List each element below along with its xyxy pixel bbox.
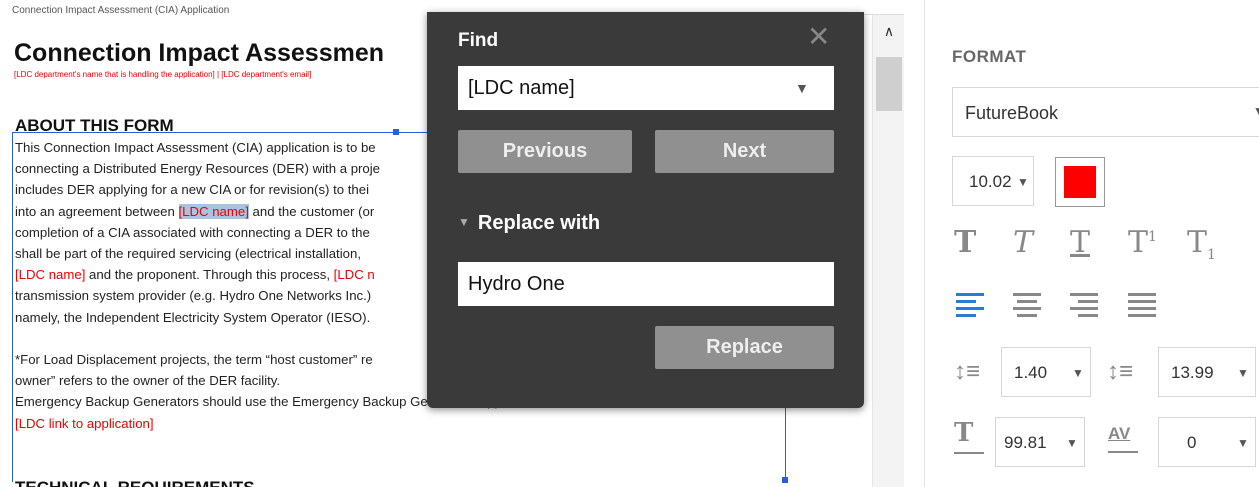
align-center-icon[interactable] <box>1013 290 1041 318</box>
format-panel-title: FORMAT <box>952 47 1027 66</box>
previous-button[interactable]: Previous <box>458 130 632 173</box>
character-scale-label: T <box>954 418 974 448</box>
text-color-fill <box>1064 166 1096 198</box>
replace-input[interactable] <box>458 262 834 306</box>
document-subtitle[interactable]: [LDC department's name that is handling … <box>14 70 311 79</box>
text-run: [LDC n <box>333 267 375 283</box>
text-color-swatch[interactable] <box>1055 157 1105 207</box>
chevron-down-icon: ▼ <box>1017 175 1029 189</box>
align-justify-icon[interactable] <box>1128 290 1156 318</box>
document-header: Connection Impact Assessment (CIA) Appli… <box>12 5 230 16</box>
chevron-down-icon: ▼ <box>1237 366 1249 380</box>
paragraph-line[interactable]: includes DER applying for a new CIA or f… <box>15 180 369 200</box>
text-run: and the proponent. Through this process, <box>85 267 334 283</box>
window-top-strip <box>862 0 904 15</box>
font-family-value: FutureBook <box>965 103 1059 123</box>
paragraph-line[interactable]: into an agreement between [LDC name] and… <box>15 202 374 222</box>
paragraph-spacing-value: 13.99 <box>1171 363 1214 382</box>
text-run: connecting a Distributed Energy Resource… <box>15 161 381 177</box>
paragraph-line[interactable]: namely, the Independent Electricity Syst… <box>15 308 370 328</box>
text-run: completion of a CIA associated with conn… <box>15 224 370 240</box>
bold-icon[interactable]: T <box>954 225 976 260</box>
align-right-icon[interactable] <box>1070 290 1098 318</box>
character-spacing-label: AV <box>1108 424 1131 443</box>
italic-icon[interactable]: T <box>1013 225 1033 260</box>
text-run: This Connection Impact Assessment (CIA) … <box>15 140 376 155</box>
font-size-value: 10.02 <box>969 172 1012 191</box>
underline-icon[interactable]: T <box>1070 225 1090 260</box>
find-dialog-title: Find <box>458 30 499 51</box>
character-spacing-select[interactable]: 0 ▼ <box>1158 417 1256 467</box>
text-run: [LDC name] <box>15 267 86 283</box>
replace-with-toggle[interactable]: ▼ Replace with <box>458 212 600 235</box>
scroll-up-icon[interactable]: ∧ <box>873 23 905 47</box>
text-run: and the customer (or <box>248 203 375 219</box>
align-left-icon[interactable] <box>956 290 984 318</box>
paragraph-line[interactable]: transmission system provider (e.g. Hydro… <box>15 286 371 306</box>
font-family-select[interactable]: FutureBook ▼ <box>952 87 1259 137</box>
paragraph-line[interactable]: owner” refers to the owner of the DER fa… <box>15 371 280 391</box>
resize-handle-bottom-right[interactable] <box>782 477 788 483</box>
line-spacing-value: 1.40 <box>1014 363 1048 382</box>
paragraph-line[interactable]: [LDC link to application] <box>15 414 154 434</box>
chevron-down-icon: ▼ <box>1072 366 1084 380</box>
replace-field[interactable] <box>458 262 834 306</box>
text-run: [LDC link to application] <box>15 415 154 431</box>
text-run: *For Load Displacement projects, the ter… <box>15 352 373 367</box>
character-scale-icon: T <box>954 418 984 454</box>
text-run: shall be part of the required servicing … <box>15 246 361 261</box>
format-panel: FORMAT FutureBook ▼ 10.02 ▼ T T T T1 T1 … <box>924 0 1259 487</box>
text-run: includes DER applying for a new CIA or f… <box>15 182 370 198</box>
scroll-thumb[interactable] <box>876 57 902 111</box>
line-spacing-icon: ↕≡ <box>954 358 981 385</box>
font-size-select[interactable]: 10.02 ▼ <box>952 156 1034 206</box>
section-heading-technical[interactable]: TECHNICAL REQUIREMENTS <box>15 478 255 487</box>
text-run: into an agreement between <box>15 203 179 219</box>
vertical-scrollbar[interactable]: ∧ <box>872 15 904 487</box>
paragraph-line[interactable]: [LDC name] and the proponent. Through th… <box>15 265 375 285</box>
find-field[interactable]: ▼ <box>458 66 834 110</box>
character-scale-select[interactable]: 99.81 ▼ <box>995 417 1085 467</box>
next-button[interactable]: Next <box>655 130 834 173</box>
character-spacing-value: 0 <box>1187 433 1197 452</box>
replace-with-label: Replace with <box>477 212 601 234</box>
replace-button[interactable]: Replace <box>655 326 834 369</box>
resize-handle-top[interactable] <box>393 129 399 135</box>
paragraph-spacing-icon: ↕≡ <box>1107 358 1134 385</box>
character-spacing-icon: AV <box>1108 424 1138 453</box>
subscript-icon[interactable]: T1 <box>1187 225 1216 263</box>
paragraph-line[interactable]: *For Load Displacement projects, the ter… <box>15 350 373 370</box>
character-scale-value: 99.81 <box>1004 433 1047 452</box>
find-input[interactable] <box>458 66 834 110</box>
chevron-down-icon[interactable]: ▼ <box>795 80 809 96</box>
chevron-down-icon: ▼ <box>1066 436 1078 450</box>
text-run: namely, the Independent Electricity Syst… <box>15 309 371 325</box>
close-icon[interactable]: ✕ <box>807 22 830 52</box>
line-spacing-select[interactable]: 1.40 ▼ <box>1001 347 1091 397</box>
superscript-icon[interactable]: T1 <box>1128 225 1157 260</box>
triangle-down-icon: ▼ <box>458 215 470 229</box>
document-title[interactable]: Connection Impact Assessmen <box>14 39 384 68</box>
find-replace-dialog: Find ✕ ▼ Previous Next ▼ Replace with Rep… <box>427 12 864 408</box>
highlighted-match: [LDC name] <box>178 203 249 219</box>
paragraph-spacing-select[interactable]: 13.99 ▼ <box>1158 347 1256 397</box>
chevron-down-icon: ▼ <box>1253 104 1259 118</box>
paragraph-line[interactable]: This Connection Impact Assessment (CIA) … <box>15 138 376 158</box>
paragraph-line[interactable]: connecting a Distributed Energy Resource… <box>15 159 380 179</box>
paragraph-line[interactable]: shall be part of the required servicing … <box>15 244 361 264</box>
text-run: owner” refers to the owner of the DER fa… <box>15 373 281 389</box>
text-run: transmission system provider (e.g. Hydro… <box>15 288 372 304</box>
chevron-down-icon: ▼ <box>1237 436 1249 450</box>
paragraph-line[interactable]: completion of a CIA associated with conn… <box>15 223 370 243</box>
